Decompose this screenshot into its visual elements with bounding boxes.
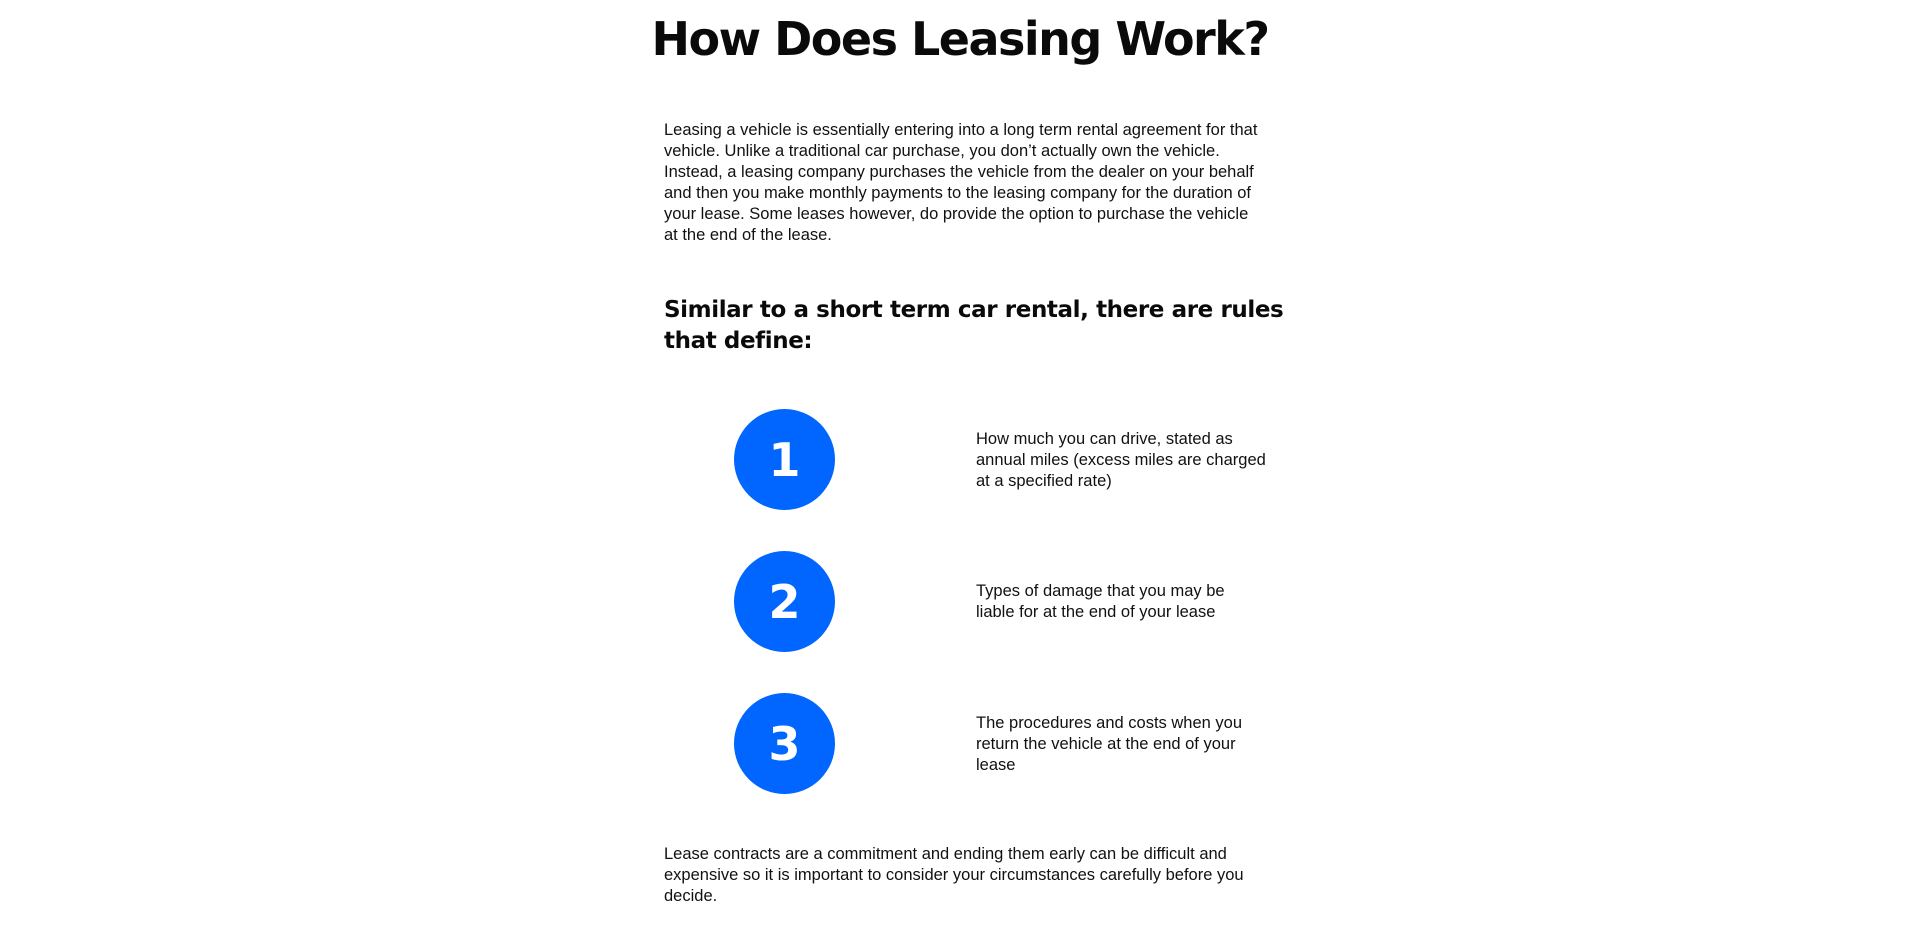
rule-description: Types of damage that you may be liable f…: [976, 582, 1225, 621]
intro-paragraph: Leasing a vehicle is essentially enterin…: [664, 121, 1258, 244]
rule-item: 2 Types of damage that you may be liable…: [734, 551, 1294, 653]
rule-item: 1 How much you can drive, stated as annu…: [734, 409, 1294, 511]
leasing-info-page: How Does Leasing Work? Leasing a vehicle…: [0, 0, 1920, 926]
rule-number-badge: 3: [734, 693, 835, 794]
rules-subheading: Similar to a short term car rental, ther…: [664, 297, 1284, 354]
rule-item: 3 The procedures and costs when you retu…: [734, 693, 1294, 795]
closing-paragraph: Lease contracts are a commitment and end…: [664, 845, 1244, 905]
page-title: How Does Leasing Work?: [651, 12, 1270, 66]
rule-number-badge: 2: [734, 551, 835, 652]
rule-number-badge: 1: [734, 409, 835, 510]
rule-description: The procedures and costs when you return…: [976, 714, 1242, 774]
rule-description: How much you can drive, stated as annual…: [976, 430, 1266, 490]
